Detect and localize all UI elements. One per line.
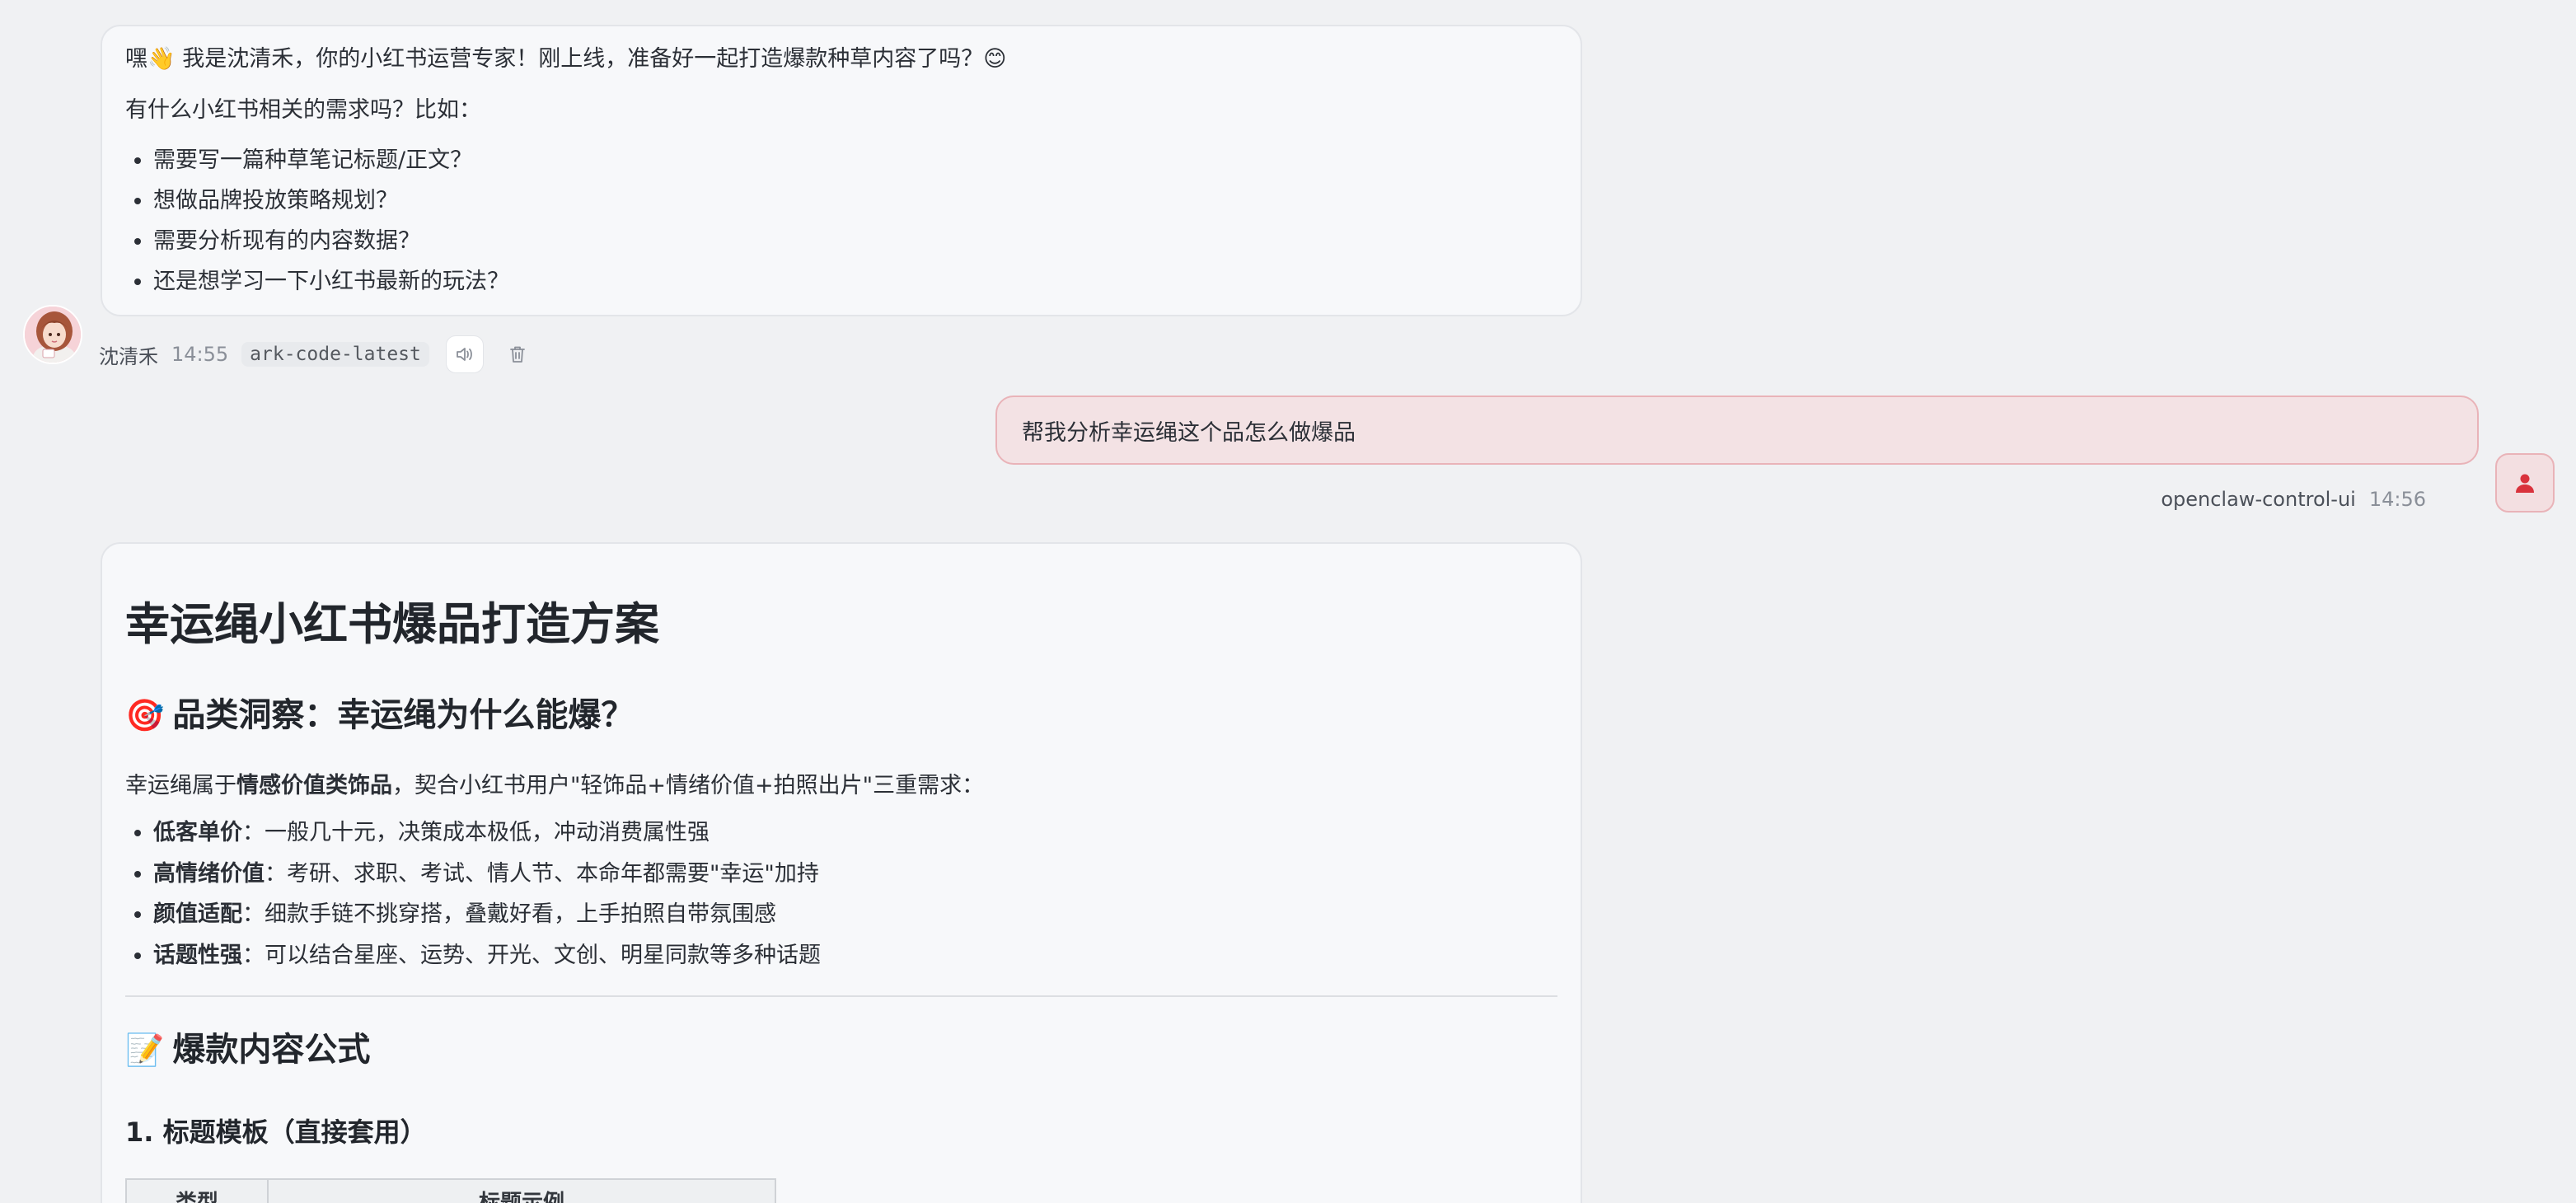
section-intro: 幸运绳属于情感价值类饰品，契合小红书用户"轻饰品+情绪价值+拍照出片"三重需求： xyxy=(125,770,1557,803)
suggestion-list: 需要写一篇种草笔记标题/正文？ 想做品牌投放策略规划？ 需要分析现有的内容数据？… xyxy=(125,140,1557,302)
speaker-icon[interactable] xyxy=(445,335,484,373)
subsection-heading: 1. 标题模板（直接套用） xyxy=(125,1116,427,1148)
assistant-message-bubble: 幸运绳小红书爆品打造方案 🎯 品类洞察：幸运绳为什么能爆？ 幸运绳属于情感价值类… xyxy=(101,542,1582,1203)
list-item: 颜值适配：细款手链不挑穿搭，叠戴好看，上手拍照自带氛围感 xyxy=(153,894,1557,935)
section-heading: 📝 爆款内容公式 xyxy=(125,1028,1557,1071)
point-label: 话题性强 xyxy=(153,942,242,968)
list-item: 需要写一篇种草笔记标题/正文？ xyxy=(153,140,1557,180)
list-item: 还是想学习一下小红书最新的玩法？ xyxy=(153,261,1557,302)
point-text: ：一般几十元，决策成本极低，冲动消费属性强 xyxy=(242,820,710,845)
target-icon: 🎯 xyxy=(125,697,165,733)
greeting-text: 嘿👋 我是沈清禾，你的小红书运营专家！刚上线，准备好一起打造爆款种草内容了吗？😊 xyxy=(125,46,1007,72)
user-message-bubble: 帮我分析幸运绳这个品怎么做爆品 xyxy=(995,396,2479,465)
chat-thread: 嘿👋 我是沈清禾，你的小红书运营专家！刚上线，准备好一起打造爆款种草内容了吗？😊… xyxy=(0,0,2576,1203)
intro-bold: 情感价值类饰品 xyxy=(237,773,392,798)
list-item: 话题性强：可以结合星座、运势、开光、文创、明星同款等多种话题 xyxy=(153,935,1557,976)
table-header: 标题示例 xyxy=(267,1178,776,1203)
divider xyxy=(125,995,1557,997)
section-heading-text: 品类洞察：幸运绳为什么能爆？ xyxy=(172,696,635,734)
point-label: 颜值适配 xyxy=(153,901,242,927)
memo-icon: 📝 xyxy=(125,1032,165,1068)
prompt-text: 有什么小红书相关的需求吗？比如： xyxy=(125,97,481,123)
sender-name: 沈清禾 xyxy=(99,344,158,368)
table-header: 类型 xyxy=(125,1178,269,1203)
point-label: 低客单价 xyxy=(153,820,242,845)
message-time: 14:56 xyxy=(2368,488,2426,511)
list-item: 低客单价：一般几十元，决策成本极低，冲动消费属性强 xyxy=(153,812,1557,854)
user-message-meta: openclaw-control-ui 14:56 xyxy=(2161,488,2426,511)
insight-list: 低客单价：一般几十元，决策成本极低，冲动消费属性强 高情绪价值：考研、求职、考试… xyxy=(125,812,1557,976)
point-text: ：细款手链不挑穿搭，叠戴好看，上手拍照自带氛围感 xyxy=(242,901,776,927)
list-item: 高情绪价值：考研、求职、考试、情人节、本命年都需要"幸运"加持 xyxy=(153,854,1557,895)
point-label: 高情绪价值 xyxy=(153,860,265,887)
assistant-message-bubble: 嘿👋 我是沈清禾，你的小红书运营专家！刚上线，准备好一起打造爆款种草内容了吗？😊… xyxy=(101,25,1582,316)
assistant-avatar[interactable] xyxy=(23,305,82,364)
response-title: 幸运绳小红书爆品打造方案 xyxy=(125,598,659,650)
section-heading-text: 爆款内容公式 xyxy=(172,1031,371,1069)
title-template-table: 类型 标题示例 xyxy=(125,1178,776,1203)
user-avatar-icon[interactable] xyxy=(2495,453,2555,513)
section-heading: 🎯 品类洞察：幸运绳为什么能爆？ xyxy=(125,694,1557,737)
user-message-text: 帮我分析幸运绳这个品怎么做爆品 xyxy=(1022,419,1356,446)
point-text: ：考研、求职、考试、情人节、本命年都需要"幸运"加持 xyxy=(265,860,819,887)
trash-icon[interactable] xyxy=(499,335,536,373)
intro-text: 幸运绳属于 xyxy=(125,773,237,798)
list-item: 需要分析现有的内容数据？ xyxy=(153,221,1557,261)
model-badge: ark-code-latest xyxy=(241,342,429,367)
list-item: 想做品牌投放策略规划？ xyxy=(153,180,1557,221)
point-text: ：可以结合星座、运势、开光、文创、明星同款等多种话题 xyxy=(242,942,821,968)
intro-text: ，契合小红书用户"轻饰品+情绪价值+拍照出片"三重需求： xyxy=(392,773,985,798)
message-time: 14:55 xyxy=(171,343,229,366)
assistant-message-meta: 沈清禾 14:55 ark-code-latest xyxy=(99,335,551,373)
sender-name: openclaw-control-ui xyxy=(2161,488,2356,511)
